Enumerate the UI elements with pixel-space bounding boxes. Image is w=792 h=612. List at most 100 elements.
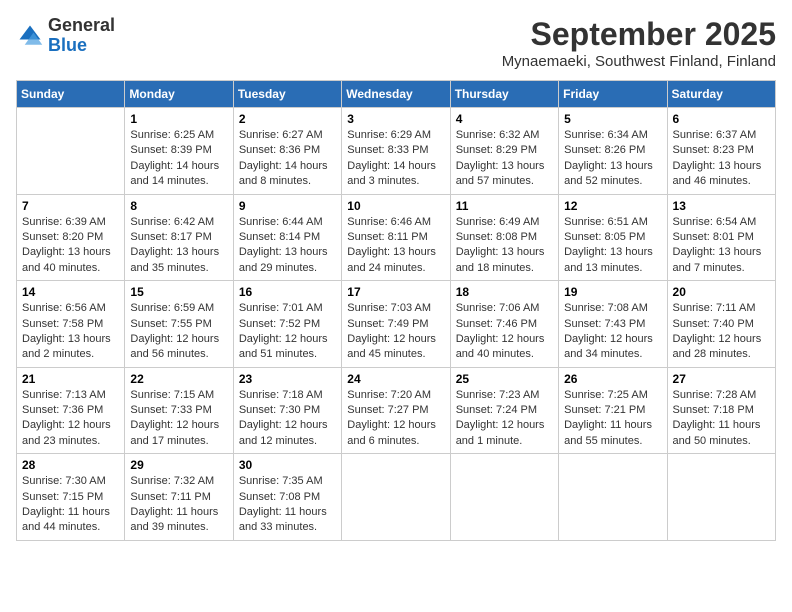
calendar-cell: 15Sunrise: 6:59 AM Sunset: 7:55 PM Dayli…: [125, 281, 233, 368]
day-header-monday: Monday: [125, 81, 233, 108]
day-number: 26: [564, 372, 661, 386]
day-number: 9: [239, 199, 336, 213]
cell-info: Sunrise: 6:34 AM Sunset: 8:26 PM Dayligh…: [564, 128, 661, 190]
cell-info: Sunrise: 6:54 AM Sunset: 8:01 PM Dayligh…: [673, 215, 770, 277]
day-header-friday: Friday: [559, 81, 667, 108]
day-number: 30: [239, 458, 336, 472]
cell-info: Sunrise: 7:23 AM Sunset: 7:24 PM Dayligh…: [456, 388, 553, 450]
calendar-cell: 16Sunrise: 7:01 AM Sunset: 7:52 PM Dayli…: [233, 281, 341, 368]
cell-info: Sunrise: 6:32 AM Sunset: 8:29 PM Dayligh…: [456, 128, 553, 190]
calendar-cell: [559, 454, 667, 541]
calendar-cell: 23 Sunrise: 7:18 AM Sunset: 7:30 PM Dayli…: [233, 367, 341, 454]
calendar-cell: 24 Sunrise: 7:20 AM Sunset: 7:27 PM Dayli…: [342, 367, 450, 454]
calendar-cell: 26 Sunrise: 7:25 AM Sunset: 7:21 PM Dayli…: [559, 367, 667, 454]
cell-info: Sunrise: 6:44 AM Sunset: 8:14 PM Dayligh…: [239, 215, 336, 277]
cell-info: Sunrise: 6:56 AM Sunset: 7:58 PM Dayligh…: [22, 301, 119, 363]
cell-info: Sunrise: 7:08 AM Sunset: 7:43 PM Dayligh…: [564, 301, 661, 363]
day-number: 24: [347, 372, 444, 386]
calendar-cell: 30Sunrise: 7:35 AM Sunset: 7:08 PM Dayli…: [233, 454, 341, 541]
cell-info: Sunrise: 7:06 AM Sunset: 7:46 PM Dayligh…: [456, 301, 553, 363]
day-number: 8: [130, 199, 227, 213]
day-number: 29: [130, 458, 227, 472]
calendar-cell: 5 Sunrise: 6:34 AM Sunset: 8:26 PM Daylig…: [559, 108, 667, 195]
cell-info: Sunrise: 7:15 AM Sunset: 7:33 PM Dayligh…: [130, 388, 227, 450]
page-header: General Blue September 2025 Mynaemaeki, …: [16, 16, 776, 70]
cell-info: Sunrise: 6:49 AM Sunset: 8:08 PM Dayligh…: [456, 215, 553, 277]
day-number: 21: [22, 372, 119, 386]
calendar-cell: 12 Sunrise: 6:51 AM Sunset: 8:05 PM Dayli…: [559, 194, 667, 281]
calendar-cell: 27Sunrise: 7:28 AM Sunset: 7:18 PM Dayli…: [667, 367, 775, 454]
day-number: 3: [347, 112, 444, 126]
cell-info: Sunrise: 7:32 AM Sunset: 7:11 PM Dayligh…: [130, 474, 227, 536]
cell-info: Sunrise: 7:18 AM Sunset: 7:30 PM Dayligh…: [239, 388, 336, 450]
calendar-cell: 19Sunrise: 7:08 AM Sunset: 7:43 PM Dayli…: [559, 281, 667, 368]
calendar-cell: [342, 454, 450, 541]
calendar-cell: 3 Sunrise: 6:29 AM Sunset: 8:33 PM Daylig…: [342, 108, 450, 195]
calendar-week-3: 14 Sunrise: 6:56 AM Sunset: 7:58 PM Dayli…: [17, 281, 776, 368]
calendar-cell: 6 Sunrise: 6:37 AM Sunset: 8:23 PM Daylig…: [667, 108, 775, 195]
day-header-sunday: Sunday: [17, 81, 125, 108]
day-number: 4: [456, 112, 553, 126]
day-number: 12: [564, 199, 661, 213]
month-title: September 2025: [502, 16, 776, 53]
day-header-thursday: Thursday: [450, 81, 558, 108]
calendar-cell: 28Sunrise: 7:30 AM Sunset: 7:15 PM Dayli…: [17, 454, 125, 541]
calendar-cell: 22 Sunrise: 7:15 AM Sunset: 7:33 PM Dayli…: [125, 367, 233, 454]
calendar-cell: 13 Sunrise: 6:54 AM Sunset: 8:01 PM Dayli…: [667, 194, 775, 281]
day-number: 10: [347, 199, 444, 213]
calendar-cell: 14 Sunrise: 6:56 AM Sunset: 7:58 PM Dayli…: [17, 281, 125, 368]
calendar-cell: 8 Sunrise: 6:42 AM Sunset: 8:17 PM Daylig…: [125, 194, 233, 281]
day-number: 17: [347, 285, 444, 299]
calendar-cell: 29 Sunrise: 7:32 AM Sunset: 7:11 PM Dayli…: [125, 454, 233, 541]
calendar-week-2: 7Sunrise: 6:39 AM Sunset: 8:20 PM Daylig…: [17, 194, 776, 281]
day-number: 18: [456, 285, 553, 299]
calendar-week-1: 1 Sunrise: 6:25 AM Sunset: 8:39 PM Daylig…: [17, 108, 776, 195]
cell-info: Sunrise: 7:01 AM Sunset: 7:52 PM Dayligh…: [239, 301, 336, 363]
calendar-cell: 17 Sunrise: 7:03 AM Sunset: 7:49 PM Dayli…: [342, 281, 450, 368]
calendar-cell: 9 Sunrise: 6:44 AM Sunset: 8:14 PM Daylig…: [233, 194, 341, 281]
cell-info: Sunrise: 6:25 AM Sunset: 8:39 PM Dayligh…: [130, 128, 227, 190]
logo: General Blue: [16, 16, 115, 56]
cell-info: Sunrise: 6:29 AM Sunset: 8:33 PM Dayligh…: [347, 128, 444, 190]
cell-info: Sunrise: 6:46 AM Sunset: 8:11 PM Dayligh…: [347, 215, 444, 277]
cell-info: Sunrise: 6:27 AM Sunset: 8:36 PM Dayligh…: [239, 128, 336, 190]
calendar-week-4: 21 Sunrise: 7:13 AM Sunset: 7:36 PM Dayli…: [17, 367, 776, 454]
cell-info: Sunrise: 6:37 AM Sunset: 8:23 PM Dayligh…: [673, 128, 770, 190]
day-number: 1: [130, 112, 227, 126]
day-header-saturday: Saturday: [667, 81, 775, 108]
title-block: September 2025 Mynaemaeki, Southwest Fin…: [502, 16, 776, 70]
calendar-cell: 4 Sunrise: 6:32 AM Sunset: 8:29 PM Daylig…: [450, 108, 558, 195]
day-number: 14: [22, 285, 119, 299]
calendar-week-5: 28Sunrise: 7:30 AM Sunset: 7:15 PM Dayli…: [17, 454, 776, 541]
day-number: 11: [456, 199, 553, 213]
logo-icon: [16, 22, 44, 50]
day-number: 6: [673, 112, 770, 126]
cell-info: Sunrise: 7:25 AM Sunset: 7:21 PM Dayligh…: [564, 388, 661, 450]
calendar-cell: [450, 454, 558, 541]
day-number: 28: [22, 458, 119, 472]
calendar-cell: 2Sunrise: 6:27 AM Sunset: 8:36 PM Daylig…: [233, 108, 341, 195]
cell-info: Sunrise: 6:39 AM Sunset: 8:20 PM Dayligh…: [22, 215, 119, 277]
calendar-cell: 1 Sunrise: 6:25 AM Sunset: 8:39 PM Daylig…: [125, 108, 233, 195]
day-number: 13: [673, 199, 770, 213]
cell-info: Sunrise: 7:11 AM Sunset: 7:40 PM Dayligh…: [673, 301, 770, 363]
cell-info: Sunrise: 6:42 AM Sunset: 8:17 PM Dayligh…: [130, 215, 227, 277]
logo-blue-text: Blue: [48, 35, 87, 55]
calendar-table: SundayMondayTuesdayWednesdayThursdayFrid…: [16, 80, 776, 541]
cell-info: Sunrise: 7:28 AM Sunset: 7:18 PM Dayligh…: [673, 388, 770, 450]
cell-info: Sunrise: 7:20 AM Sunset: 7:27 PM Dayligh…: [347, 388, 444, 450]
logo-general-text: General: [48, 15, 115, 35]
day-number: 23: [239, 372, 336, 386]
calendar-cell: 7Sunrise: 6:39 AM Sunset: 8:20 PM Daylig…: [17, 194, 125, 281]
cell-info: Sunrise: 7:03 AM Sunset: 7:49 PM Dayligh…: [347, 301, 444, 363]
location-text: Mynaemaeki, Southwest Finland, Finland: [502, 53, 776, 70]
calendar-cell: 18 Sunrise: 7:06 AM Sunset: 7:46 PM Dayli…: [450, 281, 558, 368]
day-header-tuesday: Tuesday: [233, 81, 341, 108]
day-number: 5: [564, 112, 661, 126]
cell-info: Sunrise: 6:51 AM Sunset: 8:05 PM Dayligh…: [564, 215, 661, 277]
calendar-cell: 25Sunrise: 7:23 AM Sunset: 7:24 PM Dayli…: [450, 367, 558, 454]
cell-info: Sunrise: 7:13 AM Sunset: 7:36 PM Dayligh…: [22, 388, 119, 450]
calendar-cell: 11 Sunrise: 6:49 AM Sunset: 8:08 PM Dayli…: [450, 194, 558, 281]
day-number: 22: [130, 372, 227, 386]
calendar-cell: 10 Sunrise: 6:46 AM Sunset: 8:11 PM Dayli…: [342, 194, 450, 281]
